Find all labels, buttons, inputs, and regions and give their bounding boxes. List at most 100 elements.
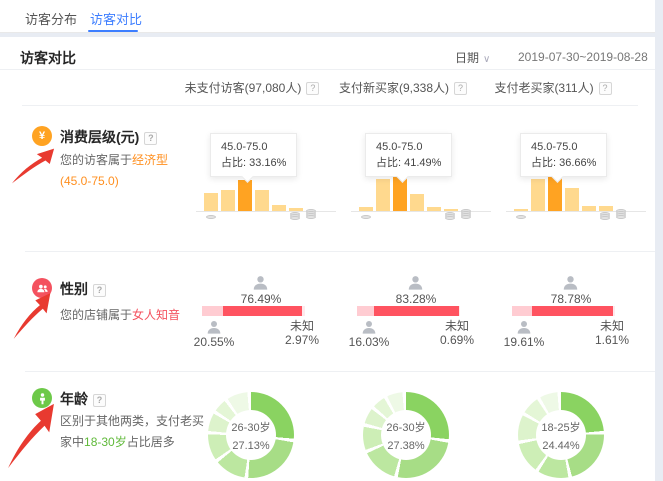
gender-segment-unknown: [302, 306, 305, 316]
help-icon[interactable]: ?: [454, 82, 467, 95]
donut-center-label: 18-25岁 24.44%: [536, 410, 586, 460]
column-header-new-buyers: 支付新买家(9,338人)?: [330, 79, 476, 96]
coins-high-icon: [445, 214, 455, 220]
age-chart-repeat-buyers: 18-25岁 24.44%: [500, 375, 650, 481]
bar: [255, 190, 269, 211]
unknown-label: 未知: [586, 317, 638, 334]
age-title: 年龄?: [60, 389, 106, 409]
gender-ratio-bar: [357, 306, 460, 316]
gender-ratio-bar: [202, 306, 305, 316]
date-filter-dropdown[interactable]: 日期 ∨: [455, 49, 490, 66]
age-donut-chart: 26-30岁 27.38%: [363, 392, 449, 478]
age-chart-new-buyers: 26-30岁 27.38%: [345, 375, 495, 481]
bar: [221, 190, 235, 211]
gender-segment-female: [532, 306, 613, 316]
bar-chart: [359, 171, 458, 211]
gender-chart-new-buyers: 83.28% 16.03% 未知 0.69%: [345, 265, 495, 365]
active-tab-indicator: [88, 30, 138, 32]
annotation-arrow-icon: [6, 401, 56, 471]
gender-segment-unknown: [459, 306, 460, 316]
column-header-repeat-buyers: 支付老买家(311人)?: [478, 79, 628, 96]
coins-high-icon: [600, 214, 610, 220]
consumption-chart-unpaid: 45.0-75.0 占比: 33.16%: [190, 113, 340, 251]
help-icon[interactable]: ?: [306, 82, 319, 95]
consumption-chart-new-buyers: 45.0-75.0 占比: 41.49%: [345, 113, 495, 251]
coins-high-icon: [461, 211, 471, 219]
bar-chart: [204, 171, 303, 211]
gender-segment-female: [374, 306, 460, 316]
divider: [0, 69, 655, 70]
coins-high-icon: [616, 211, 626, 219]
gender-chart-repeat-buyers: 78.78% 19.61% 未知 1.61%: [500, 265, 650, 365]
consumption-description: 您的访客属于经济型(45.0-75.0): [60, 150, 194, 192]
male-percentage: 19.61%: [500, 335, 548, 349]
coins-low-icon: [516, 217, 526, 219]
column-header-unpaid-visitors: 未支付访客(97,080人)?: [177, 79, 327, 96]
annotation-arrow-icon: [10, 147, 56, 185]
female-percentage: 83.28%: [371, 292, 461, 306]
gender-chart-unpaid: 76.49% 20.55% 未知 2.97%: [190, 265, 340, 365]
divider: [22, 105, 638, 106]
yuan-icon: ¥: [32, 126, 52, 146]
date-range-value[interactable]: 2019-07-30~2019-08-28: [518, 50, 648, 64]
bar: [531, 179, 545, 211]
gender-segment-male: [202, 306, 223, 316]
female-percentage: 78.78%: [526, 292, 616, 306]
gender-ratio-bar: [512, 306, 615, 316]
coins-high-icon: [306, 211, 316, 219]
gender-segment-unknown: [613, 306, 615, 316]
consumption-title: 消费层级(元)?: [60, 127, 157, 147]
unknown-percentage: 1.61%: [586, 333, 638, 347]
male-icon: [516, 319, 532, 335]
gender-segment-male: [512, 306, 532, 316]
help-icon[interactable]: ?: [93, 394, 106, 407]
age-donut-chart: 18-25岁 24.44%: [518, 392, 604, 478]
consumption-level-row: ¥ 消费层级(元)? 您的访客属于经济型(45.0-75.0) 45.0-75.…: [0, 113, 655, 251]
gender-row: 性别? 您的店铺属于女人知音 76.49% 20.55% 未知 2.97% 83…: [0, 265, 655, 365]
coins-low-icon: [206, 217, 216, 219]
chevron-down-icon: ∨: [483, 54, 490, 65]
tab-bar: 访客分布 访客对比: [0, 0, 655, 33]
unknown-percentage: 2.97%: [276, 333, 328, 347]
tab-visitor-comparison[interactable]: 访客对比: [90, 9, 142, 28]
female-percentage: 76.49%: [216, 292, 306, 306]
card-title: 访客对比: [20, 48, 76, 68]
help-icon[interactable]: ?: [144, 132, 157, 145]
bar: [565, 188, 579, 211]
male-icon: [206, 319, 222, 335]
age-row: 年龄? 区别于其他两类，支付老买家中18-30岁占比居多 26-30岁 27.1…: [0, 375, 655, 481]
gender-title: 性别?: [60, 279, 106, 299]
tab-visitor-distribution[interactable]: 访客分布: [25, 9, 77, 28]
divider: [25, 371, 655, 372]
gender-description: 您的店铺属于女人知音: [60, 305, 210, 326]
gender-segment-female: [223, 306, 302, 316]
visitor-comparison-card: 访客对比 日期 ∨ 2019-07-30~2019-08-28 未支付访客(97,…: [0, 37, 655, 481]
bar: [376, 179, 390, 211]
gender-segment-male: [357, 306, 374, 316]
help-icon[interactable]: ?: [599, 82, 612, 95]
donut-center-label: 26-30岁 27.13%: [226, 410, 276, 460]
chart-tooltip: 45.0-75.0 占比: 33.16%: [210, 133, 297, 177]
unknown-label: 未知: [276, 317, 328, 334]
unknown-percentage: 0.69%: [431, 333, 483, 347]
coins-low-icon: [361, 217, 371, 219]
consumption-chart-repeat-buyers: 45.0-75.0 占比: 36.66%: [500, 113, 650, 251]
age-donut-chart: 26-30岁 27.13%: [208, 392, 294, 478]
male-icon: [361, 319, 377, 335]
bar: [410, 194, 424, 211]
annotation-arrow-icon: [12, 291, 52, 341]
female-icon: [252, 274, 269, 291]
age-chart-unpaid: 26-30岁 27.13%: [190, 375, 340, 481]
chart-tooltip: 45.0-75.0 占比: 41.49%: [365, 133, 452, 177]
female-icon: [562, 274, 579, 291]
chart-tooltip: 45.0-75.0 占比: 36.66%: [520, 133, 607, 177]
page: 访客分布 访客对比 访客对比 日期 ∨ 2019-07-30~2019-08-28…: [0, 0, 663, 481]
date-filter-label: 日期: [455, 51, 479, 65]
male-percentage: 16.03%: [345, 335, 393, 349]
help-icon[interactable]: ?: [93, 284, 106, 297]
age-description: 区别于其他两类，支付老买家中18-30岁占比居多: [60, 411, 210, 453]
bar: [204, 193, 218, 211]
bar-chart: [514, 171, 613, 211]
bar-highlighted: [238, 180, 252, 211]
divider: [25, 251, 655, 252]
